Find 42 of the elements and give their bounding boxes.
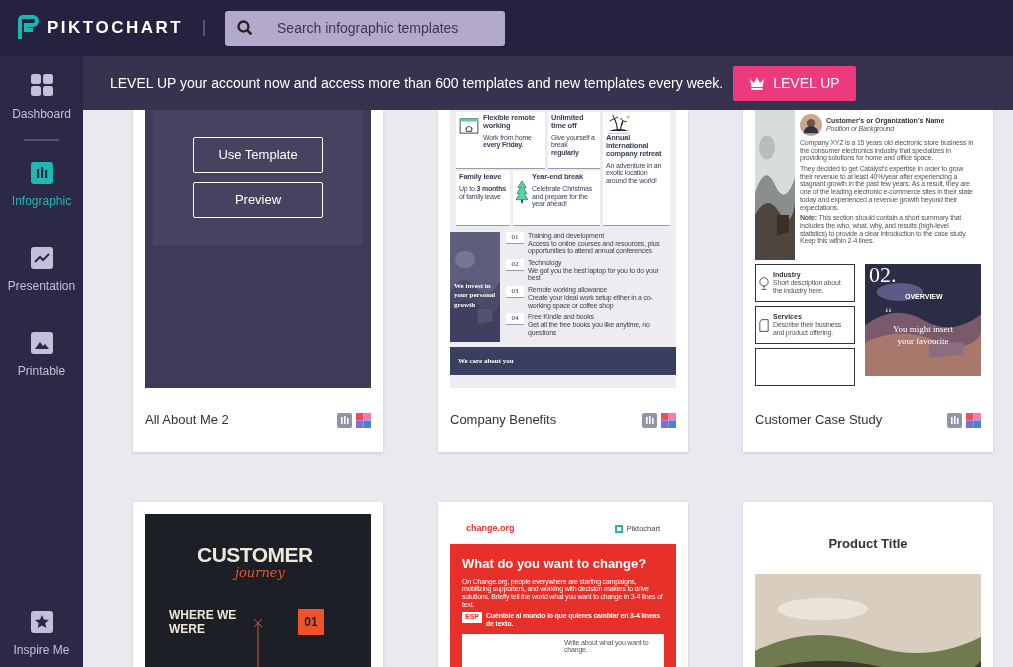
grid-icon [29, 73, 54, 97]
sidebar-item[interactable]: Inspire Me [0, 594, 83, 667]
bar-chart-icon [30, 162, 53, 184]
document-icon [759, 317, 769, 333]
section-number: 02. [869, 264, 897, 289]
bar-chart-icon [642, 412, 657, 428]
template-title: Company Benefits [450, 411, 557, 430]
bar-chart-icon [947, 412, 962, 428]
sidebar-item[interactable]: Printable [0, 315, 83, 400]
template-title: Customer Case Study [755, 411, 883, 430]
template-title: All About Me 2 [145, 411, 229, 430]
sidebar-item[interactable]: Presentation [0, 230, 83, 315]
avatar-icon [800, 114, 822, 136]
quote-mark: “ [885, 306, 893, 322]
change-heading: What do you want to change? [462, 555, 648, 573]
bar-chart-icon [337, 412, 352, 428]
island-icon [606, 114, 632, 134]
quad-tile-icon [661, 412, 676, 428]
stage-number: 01 [298, 609, 324, 635]
journey-title: CUSTOMER [197, 544, 313, 565]
use-template-button[interactable]: Use Template [193, 137, 323, 173]
crown-icon [749, 76, 766, 90]
sidebar-item[interactable]: Infographic [0, 145, 83, 230]
tree-icon [516, 179, 528, 205]
quad-tile-icon [356, 412, 371, 428]
level-up-button[interactable]: LEVEL UP [733, 65, 856, 101]
search-icon [237, 20, 253, 36]
quote-text: You might insert your favourite [891, 324, 955, 348]
product-title: Product Title [827, 535, 909, 554]
image-icon [30, 332, 53, 354]
trend-chart-icon [30, 247, 53, 269]
banner-text: LEVEL UP your account now and access more than 600 templates and new templates every week. [110, 73, 724, 93]
logo-text: PIKTOCHART [47, 17, 184, 40]
logo-icon [17, 15, 39, 41]
stage-title: WHERE WE WERE [169, 609, 238, 637]
browser-home-icon [459, 118, 479, 134]
sidebar-item[interactable]: Dashboard [0, 56, 83, 141]
globe-icon [759, 275, 769, 291]
quad-tile-icon [966, 412, 981, 428]
logo-icon [614, 525, 623, 533]
preview-button[interactable]: Preview [193, 182, 323, 218]
brand-name: change.org [466, 522, 515, 536]
